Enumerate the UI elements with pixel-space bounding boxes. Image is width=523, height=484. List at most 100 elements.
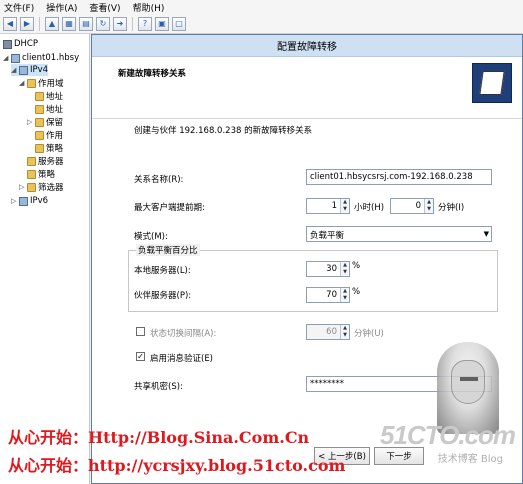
tree-label: IPv6 — [30, 196, 49, 206]
folder-icon — [27, 78, 36, 88]
state-switch-checkbox[interactable] — [136, 327, 145, 336]
local-server-value: 30 — [326, 264, 337, 274]
console-icon[interactable]: ▣ — [155, 16, 169, 31]
intro-text: 创建与伙伴 192.168.0.238 的新故障转移关系 — [134, 126, 313, 136]
expand-icon[interactable]: ▷ — [19, 183, 25, 191]
folder-icon — [35, 91, 44, 101]
tree-item-dhcp[interactable]: DHCP — [3, 38, 38, 50]
toolbar-separator — [39, 16, 40, 31]
mode-select[interactable]: 负载平衡 ▼ — [306, 226, 492, 242]
mclt-label: 最大客户端提前期: — [134, 203, 205, 213]
dialog-title: 配置故障转移 — [92, 35, 522, 57]
message-auth-label: 启用消息验证(E) — [150, 354, 214, 364]
wizard-documents-icon — [472, 63, 512, 103]
expand-icon[interactable]: ▷ — [11, 197, 17, 205]
percent-sign: % — [352, 287, 361, 297]
relationship-name-label: 关系名称(R): — [134, 175, 184, 185]
watermark-line-2: 从心开始：http://ycrsjxy.blog.51cto.com — [8, 456, 346, 475]
tree-item-reservations[interactable]: ▷ 保留 — [27, 116, 63, 128]
mode-label: 模式(M): — [134, 232, 168, 242]
console-tree: DHCP ◢ client01.hbsy ◢ IPv4 ◢ 作用域 地址 地址 … — [0, 34, 90, 484]
menu-file[interactable]: 文件(F) — [4, 1, 34, 14]
new-window-icon[interactable]: ▢ — [172, 16, 186, 31]
mode-selected-value: 负载平衡 — [310, 231, 345, 241]
toolbar: ◀ ▶ ▲ ▦ ▤ ↻ ➜ ? ▣ ▢ — [0, 14, 523, 34]
spinner-arrows-icon[interactable]: ▲ ▼ — [340, 199, 349, 213]
ipv4-icon — [19, 65, 28, 75]
export-icon[interactable]: ➜ — [113, 16, 127, 31]
shared-secret-label: 共享机密(S): — [134, 382, 183, 392]
menu-view[interactable]: 查看(V) — [89, 1, 120, 14]
tree-item-server-options[interactable]: 服务器 — [27, 155, 64, 167]
minutes-unit-label: 分钟(I) — [438, 203, 465, 213]
tree-label: 地址 — [46, 92, 64, 102]
watermark-line-1: 从心开始：Http://Blog.Sina.Com.Cn — [8, 428, 310, 447]
collapse-icon[interactable]: ◢ — [11, 66, 17, 74]
forward-icon[interactable]: ▶ — [20, 16, 34, 31]
folder-icon — [35, 104, 44, 114]
tree-item-address-pool[interactable]: 地址 — [35, 90, 63, 102]
spinner-arrows-icon[interactable]: ▲ ▼ — [424, 199, 433, 213]
tree-item-scope-policies[interactable]: 策略 — [35, 142, 63, 154]
mclt-hours-value: 1 — [331, 201, 337, 211]
menu-bar: 文件(F) 操作(A) 查看(V) 帮助(H) — [0, 0, 523, 14]
tree-label: 地址 — [46, 105, 64, 115]
dialog-heading: 新建故障转移关系 — [118, 69, 187, 79]
spinner-arrows-icon[interactable]: ▲ ▼ — [340, 325, 349, 339]
partner-server-value: 70 — [326, 290, 337, 300]
tree-item-scope-options[interactable]: 作用 — [35, 129, 63, 141]
tree-item-scope[interactable]: ◢ 作用域 — [19, 77, 64, 89]
up-folder-icon[interactable]: ▲ — [45, 16, 59, 31]
tree-item-policies[interactable]: 策略 — [27, 168, 55, 180]
tree-item-ipv4[interactable]: ◢ IPv4 — [11, 64, 49, 76]
filter-icon — [27, 182, 36, 192]
properties-icon[interactable]: ▤ — [79, 16, 93, 31]
state-switch-unit: 分钟(U) — [354, 329, 384, 339]
dhcp-icon — [3, 39, 12, 49]
state-switch-label: 状态切换间隔(A): — [150, 329, 217, 339]
mclt-hours-spinner[interactable]: 1 ▲ ▼ — [306, 198, 350, 214]
site-logo-subtitle: 技术博客 Blog — [437, 454, 503, 465]
tree-item-filters[interactable]: ▷ 筛选器 — [19, 181, 64, 193]
collapse-icon[interactable]: ◢ — [3, 54, 9, 62]
mclt-minutes-spinner[interactable]: 0 ▲ ▼ — [390, 198, 434, 214]
tree-label: 作用 — [46, 131, 64, 141]
folder-icon — [27, 169, 36, 179]
chevron-down-icon: ▼ — [483, 230, 489, 238]
state-switch-value: 60 — [326, 327, 337, 337]
folder-icon — [35, 130, 44, 140]
tree-item-address-leases[interactable]: 地址 — [35, 103, 63, 115]
menu-help[interactable]: 帮助(H) — [133, 1, 165, 14]
relationship-name-input[interactable]: client01.hbsycsrsj.com-192.168.0.238 — [306, 169, 492, 185]
state-switch-spinner[interactable]: 60 ▲ ▼ — [306, 324, 350, 340]
collapse-icon[interactable]: ◢ — [19, 79, 25, 87]
hours-unit-label: 小时(H) — [354, 203, 385, 213]
tree-item-server[interactable]: ◢ client01.hbsy — [3, 52, 79, 64]
tree-label: 作用域 — [38, 79, 64, 89]
tree-label: 策略 — [46, 144, 64, 154]
local-server-label: 本地服务器(L): — [134, 266, 191, 276]
show-tree-icon[interactable]: ▦ — [62, 16, 76, 31]
local-server-spinner[interactable]: 30 ▲ ▼ — [306, 261, 350, 277]
mclt-minutes-value: 0 — [415, 201, 421, 211]
toolbar-separator — [132, 16, 133, 31]
message-auth-checkbox[interactable]: ✓ — [136, 352, 145, 361]
tree-label: client01.hbsy — [22, 53, 80, 63]
partner-server-label: 伙伴服务器(P): — [134, 291, 192, 301]
folder-icon — [35, 143, 44, 153]
refresh-icon[interactable]: ↻ — [96, 16, 110, 31]
spinner-arrows-icon[interactable]: ▲ ▼ — [340, 288, 349, 302]
site-logo: 51CTO.com — [379, 420, 516, 450]
spinner-arrows-icon[interactable]: ▲ ▼ — [340, 262, 349, 276]
help-icon[interactable]: ? — [138, 16, 152, 31]
expand-icon[interactable]: ▷ — [27, 118, 33, 126]
percent-sign: % — [352, 261, 361, 271]
folder-icon — [27, 156, 36, 166]
tree-label: 服务器 — [38, 157, 64, 167]
back-icon[interactable]: ◀ — [3, 16, 17, 31]
tree-label: 保留 — [46, 118, 64, 128]
partner-server-spinner[interactable]: 70 ▲ ▼ — [306, 287, 350, 303]
menu-action[interactable]: 操作(A) — [46, 1, 77, 14]
tree-item-ipv6[interactable]: ▷ IPv6 — [11, 195, 48, 207]
tree-label: IPv4 — [30, 65, 49, 75]
